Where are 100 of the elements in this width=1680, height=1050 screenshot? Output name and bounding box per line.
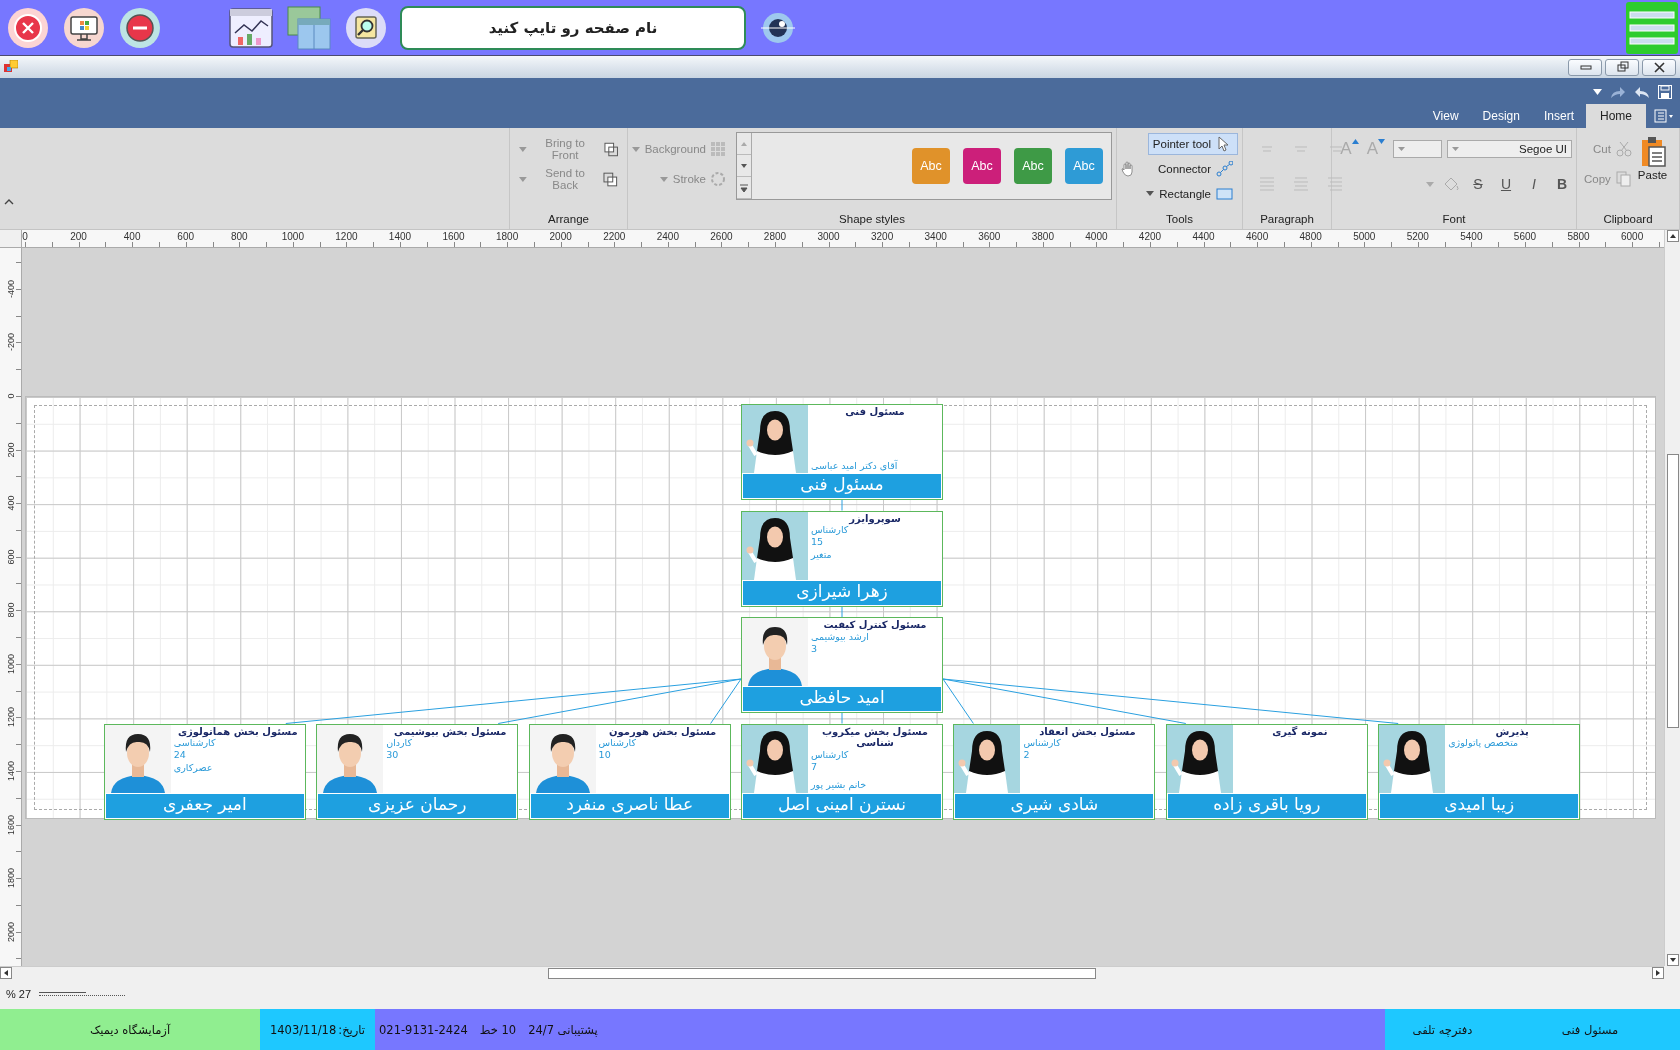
scroll-left-icon[interactable] bbox=[0, 967, 12, 979]
tool-button[interactable]: Rectangle bbox=[1141, 182, 1238, 205]
ruler-label: 400 bbox=[123, 231, 141, 242]
avatar-silhouette bbox=[742, 405, 808, 473]
redo-icon[interactable] bbox=[1610, 85, 1626, 99]
ribbon-tab[interactable]: View bbox=[1420, 104, 1471, 128]
close-icon[interactable] bbox=[6, 5, 50, 50]
card-detail: عصرکاری bbox=[173, 761, 213, 775]
avatar-silhouette bbox=[742, 511, 808, 580]
ribbon-tab[interactable]: Home bbox=[1586, 104, 1646, 128]
card-title: سوپروایزر bbox=[849, 512, 901, 524]
window-close-button[interactable] bbox=[1642, 58, 1676, 76]
windows-icon[interactable] bbox=[286, 4, 332, 51]
ribbon-tab[interactable]: Insert bbox=[1531, 104, 1586, 128]
vertical-scrollbar[interactable] bbox=[1664, 230, 1680, 966]
style-swatch[interactable]: Abc bbox=[963, 148, 1001, 184]
paste-button[interactable]: Paste bbox=[1634, 132, 1671, 205]
ruler-label: 1800 bbox=[6, 867, 16, 890]
ruler-label: 1400 bbox=[6, 760, 16, 782]
tool-button[interactable]: Connector bbox=[1152, 157, 1238, 180]
phonebook-link[interactable]: دفترچه تلفی bbox=[1412, 1023, 1473, 1037]
scroll-up-icon[interactable] bbox=[1666, 230, 1679, 242]
page-layout-icon[interactable] bbox=[1654, 109, 1674, 123]
card-name: عطا ناصری منفرد bbox=[530, 793, 729, 818]
scroll-thumb[interactable] bbox=[548, 967, 1096, 979]
ruler-label: 3800 bbox=[1031, 231, 1054, 242]
avatar-silhouette bbox=[529, 724, 596, 793]
ruler-label: 5800 bbox=[1567, 231, 1590, 242]
format-button[interactable]: I bbox=[1524, 174, 1544, 194]
card-detail: کارشناسی bbox=[173, 737, 216, 750]
rectangle-icon bbox=[1216, 185, 1233, 202]
clipboard-icon bbox=[1639, 135, 1666, 167]
format-button[interactable]: S bbox=[1468, 174, 1488, 194]
dropdown-caret-icon bbox=[519, 176, 527, 182]
stroke-icon bbox=[711, 172, 725, 186]
ruler-label: 4800 bbox=[1299, 231, 1322, 242]
ruler-label: 1200 bbox=[6, 706, 16, 729]
format-button[interactable]: U bbox=[1496, 174, 1516, 194]
group-label: Font bbox=[1441, 212, 1467, 227]
org-card[interactable]: پذیرش متخصص پاتولوژی زیبا امیدی bbox=[1378, 723, 1581, 820]
search-field[interactable]: نام صفحه رو تایپ کنید bbox=[400, 5, 746, 50]
card-detail: 10 bbox=[598, 749, 611, 762]
zoom-slider[interactable] bbox=[39, 992, 126, 996]
copy-icon bbox=[1615, 171, 1632, 187]
ruler-label: 600 bbox=[6, 548, 16, 567]
undo-icon[interactable] bbox=[1634, 85, 1650, 99]
window-restore-button[interactable] bbox=[1605, 58, 1639, 76]
collapse-caret-icon[interactable] bbox=[4, 198, 14, 205]
connector-icon bbox=[1216, 160, 1233, 177]
card-title: پذیرش bbox=[1495, 725, 1529, 737]
ruler-label: 200 bbox=[70, 231, 87, 242]
lab-name: آزمایشگاه دیمیک bbox=[89, 1023, 171, 1037]
card-detail: کارشناس bbox=[1023, 737, 1061, 750]
save-icon[interactable] bbox=[1658, 85, 1672, 99]
hand-icon[interactable] bbox=[1121, 160, 1135, 177]
ruler-label: 2800 bbox=[763, 231, 787, 242]
card-detail: ارشد بیوشیمی bbox=[811, 630, 869, 643]
avatar-silhouette bbox=[954, 724, 1021, 793]
avatar-silhouette bbox=[317, 724, 384, 793]
ruler-label: 2600 bbox=[710, 231, 733, 242]
triangle-icon bbox=[1378, 139, 1385, 144]
ruler-label: 0 bbox=[6, 392, 16, 401]
dropdown-caret-icon bbox=[1398, 147, 1405, 151]
card-title: مسئول بخش میکروب شناسی bbox=[821, 725, 929, 749]
tool-button[interactable]: Pointer tool bbox=[1147, 132, 1238, 155]
minus-icon[interactable] bbox=[118, 5, 162, 50]
card-detail: 2 bbox=[1023, 749, 1030, 762]
scroll-thumb[interactable] bbox=[1666, 454, 1679, 728]
card-detail: 30 bbox=[386, 749, 399, 762]
scroll-right-icon[interactable] bbox=[1652, 967, 1664, 979]
avatar-silhouette bbox=[742, 618, 808, 686]
ruler-label: 4400 bbox=[1192, 231, 1215, 242]
ruler-label: 1600 bbox=[6, 813, 16, 836]
org-card[interactable]: مسئول فنی آقای دکتر امید عباسی مسئول فنی bbox=[741, 404, 943, 500]
chart-icon[interactable] bbox=[228, 5, 274, 50]
style-swatch[interactable]: Abc bbox=[1014, 148, 1052, 184]
window-minimize-button[interactable] bbox=[1568, 58, 1602, 76]
card-title: مسئول بخش هماتولوژی bbox=[177, 725, 298, 737]
scroll-down-icon[interactable] bbox=[1666, 954, 1679, 966]
search-icon[interactable] bbox=[344, 5, 388, 50]
font-size-combo[interactable] bbox=[1393, 140, 1442, 158]
card-detail: 15 bbox=[811, 536, 824, 549]
card-note: آقای دکتر امید عباسی bbox=[811, 459, 898, 472]
horizontal-scrollbar[interactable] bbox=[0, 966, 1664, 979]
dropdown-caret-icon[interactable] bbox=[1593, 89, 1602, 95]
ribbon-tab[interactable]: Design bbox=[1470, 104, 1532, 128]
card-name: امید حافظی bbox=[743, 687, 941, 711]
dropdown-caret-icon bbox=[631, 146, 640, 152]
ruler-label: 4200 bbox=[1138, 231, 1162, 242]
font-family-combo[interactable]: Segoe UI bbox=[1447, 140, 1572, 158]
avatar-silhouette bbox=[104, 724, 171, 793]
group-label: Shape styles bbox=[838, 212, 906, 227]
format-button[interactable]: B bbox=[1552, 174, 1572, 194]
monitor-icon[interactable] bbox=[62, 5, 106, 50]
ruler-label: 2000 bbox=[6, 920, 16, 943]
send-to-back-icon bbox=[603, 171, 618, 187]
style-swatch[interactable]: Abc bbox=[1065, 148, 1103, 184]
card-name: شادی شیری bbox=[955, 793, 1154, 818]
ruler-label: 2400 bbox=[656, 231, 679, 242]
org-card[interactable]: نمونه گیری رویا باقری زاده bbox=[1165, 723, 1368, 820]
